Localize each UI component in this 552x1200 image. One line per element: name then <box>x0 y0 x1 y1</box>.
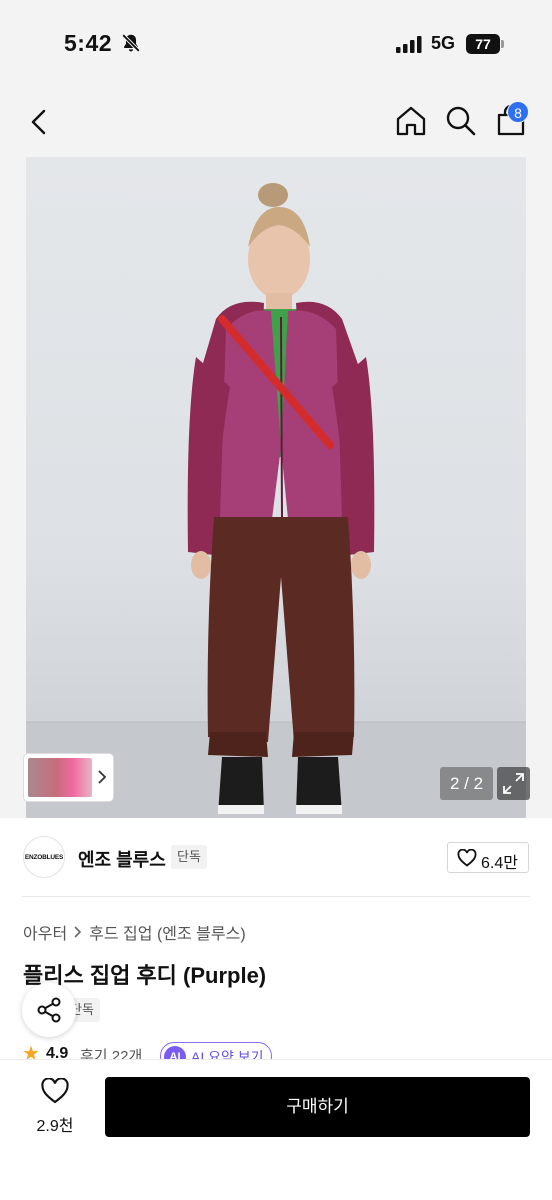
back-icon[interactable] <box>24 106 56 138</box>
brand-like-button[interactable]: 6.4만 <box>447 842 529 873</box>
status-bar: 5:42 5G 77 <box>0 0 552 90</box>
status-time: 5:42 <box>64 30 113 56</box>
page-indicator: 2 / 2 <box>440 767 493 800</box>
exclusive-badge: 단독 <box>171 845 207 869</box>
brand-logo[interactable]: ENZOBLUES <box>23 836 65 878</box>
bell-slash-icon <box>121 33 141 53</box>
breadcrumb-subcategory[interactable]: 후드 집업 (엔조 블루스) <box>89 920 245 944</box>
breadcrumb-category[interactable]: 아우터 <box>23 920 67 944</box>
model-illustration <box>26 183 526 818</box>
star-icon: ★ <box>22 1043 40 1060</box>
ai-summary-button[interactable]: AI AI 요약 보기 <box>160 1042 272 1060</box>
share-button[interactable] <box>22 983 76 1037</box>
thumbnail-image <box>28 758 92 797</box>
cart-count-badge: 8 <box>507 101 529 123</box>
search-icon[interactable] <box>444 104 478 138</box>
divider <box>22 896 530 897</box>
rating-score: 4.9 <box>46 1045 69 1060</box>
ai-icon: AI <box>164 1046 186 1060</box>
network-type: 5G <box>431 33 456 53</box>
bottom-action-bar: 2.9천 구매하기 <box>0 1059 552 1200</box>
signal-icon <box>396 36 422 53</box>
product-gallery[interactable] <box>0 154 552 818</box>
heart-icon <box>457 849 477 867</box>
expand-icon[interactable] <box>497 767 530 800</box>
wishlist-count: 2.9천 <box>36 1118 74 1135</box>
review-count-link[interactable]: 후기 22개 <box>80 1045 142 1060</box>
gallery-thumbnail[interactable] <box>24 754 113 801</box>
heart-icon <box>41 1078 69 1104</box>
battery-icon: 77 <box>466 34 504 54</box>
home-icon[interactable] <box>394 104 428 138</box>
brand-name[interactable]: 엔조 블루스 <box>78 846 166 872</box>
top-nav: 8 <box>0 90 552 154</box>
brand-like-count: 6.4만 <box>481 855 518 872</box>
breadcrumb: 아우터 후드 집업 (엔조 블루스) <box>23 920 246 944</box>
product-photo[interactable] <box>26 157 526 818</box>
share-icon <box>37 997 61 1023</box>
wishlist-button[interactable]: 2.9천 <box>22 1078 88 1138</box>
chevron-right-icon <box>98 770 107 784</box>
buy-button[interactable]: 구매하기 <box>105 1077 530 1137</box>
rating-row: ★ 4.9 후기 22개 AI AI 요약 보기 <box>22 1042 552 1060</box>
battery-level: 77 <box>466 34 500 54</box>
chevron-right-icon <box>74 926 82 938</box>
